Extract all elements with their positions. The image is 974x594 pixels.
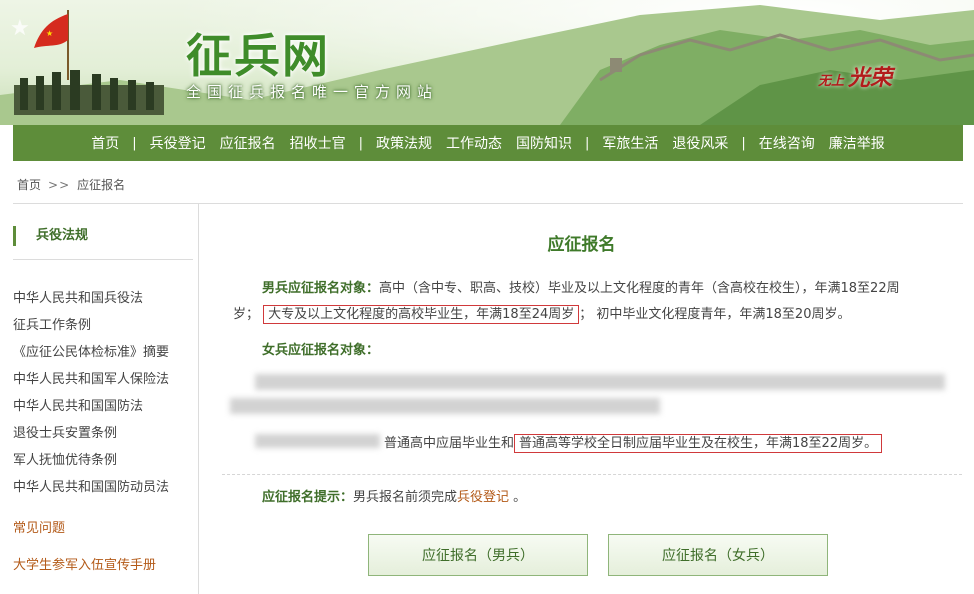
tip-end: 。 (509, 490, 527, 505)
tip-label: 应征报名提示： (262, 490, 354, 505)
male-eligibility-text: 高中（含中专、职高、技校）毕业及以上文化程度的青年（含高校在校生），年满18至2… (379, 281, 900, 296)
breadcrumb-arrow: >> (48, 178, 71, 192)
tip-registration-link[interactable]: 兵役登记 (457, 490, 509, 505)
tip-text: 男兵报名前须完成 (353, 490, 458, 505)
sidebar-item-military-insurance-law[interactable]: 中华人民共和国军人保险法 (13, 371, 169, 398)
nav-item-online-consult[interactable]: 在线咨询 (752, 133, 822, 153)
banner-slogan: 无上 光荣 (818, 60, 892, 92)
svg-text:★: ★ (46, 29, 53, 38)
nav-item-report[interactable]: 廉洁举报 (822, 133, 892, 153)
slogan-big: 光荣 (847, 65, 892, 91)
male-college-highlight: 大专及以上文化程度的高校毕业生，年满18至24周岁 (263, 305, 580, 324)
main-nav: 首页 | 兵役登记 应征报名 招收士官 | 政策法规 工作动态 国防知识 | 军… (13, 125, 963, 161)
main-content: 应征报名 男兵应征报名对象：高中（含中专、职高、技校）毕业及以上文化程度的青年（… (200, 204, 963, 594)
sidebar: 兵役法规 中华人民共和国兵役法 征兵工作条例 《应征公民体检标准》摘要 中华人民… (13, 204, 199, 594)
male-eligibility-line-1: 男兵应征报名对象：高中（含中专、职高、技校）毕业及以上文化程度的青年（含高校在校… (262, 277, 900, 296)
sidebar-item-conscription-regulations[interactable]: 征兵工作条例 (13, 317, 169, 344)
female-college-highlight: 普通高等学校全日制应届毕业生及在校生，年满18至22周岁。 (514, 434, 883, 453)
female-eligibility-text: 普通高中应届毕业生和 (384, 436, 515, 451)
male-eligibility-line-2: 岁； 大专及以上文化程度的高校毕业生，年满18至24周岁； 初中毕业文化程度青年… (233, 303, 851, 324)
nav-separator: | (358, 135, 363, 151)
male-eligibility-prefix: 岁； (233, 307, 260, 322)
nav-separator: | (585, 135, 590, 151)
male-eligibility-label: 男兵应征报名对象： (262, 281, 380, 296)
sidebar-item-student-handbook[interactable]: 大学生参军入伍宣传手册 (13, 554, 156, 573)
sidebar-item-pension-regulations[interactable]: 军人抚恤优待条例 (13, 452, 169, 479)
sidebar-heading-divider (13, 259, 193, 260)
redacted-text-block (255, 434, 380, 448)
nav-item-nco-recruitment[interactable]: 招收士官 (283, 133, 353, 153)
female-eligibility-heading: 女兵应征报名对象： (262, 339, 379, 358)
nav-item-defense-knowledge[interactable]: 国防知识 (509, 133, 579, 153)
svg-text:★: ★ (10, 16, 30, 41)
breadcrumb: 首页 >> 应征报名 (17, 176, 125, 193)
female-enlistment-button[interactable]: 应征报名（女兵） (608, 534, 828, 576)
nav-item-policies[interactable]: 政策法规 (369, 133, 439, 153)
page-title: 应征报名 (547, 235, 616, 255)
site-banner: ★ ★ 征兵网 全国征兵报名唯一官方网站 无上 光荣 (0, 0, 974, 125)
breadcrumb-home[interactable]: 首页 (17, 178, 41, 192)
sidebar-item-faq[interactable]: 常见问题 (13, 517, 65, 536)
sidebar-item-military-service-law[interactable]: 中华人民共和国兵役法 (13, 290, 169, 317)
sidebar-item-veteran-placement[interactable]: 退役士兵安置条例 (13, 425, 169, 452)
enlistment-tip: 应征报名提示：男兵报名前须完成兵役登记 。 (262, 486, 526, 505)
site-subtitle: 全国征兵报名唯一官方网站 (186, 83, 439, 101)
nav-item-enlistment[interactable]: 应征报名 (213, 133, 283, 153)
female-eligibility-line: 普通高中应届毕业生和 普通高等学校全日制应届毕业生及在校生，年满18至22周岁。 (384, 432, 883, 453)
content-divider (222, 474, 962, 475)
nav-separator: | (132, 135, 137, 151)
nav-item-veterans[interactable]: 退役风采 (665, 133, 735, 153)
site-title: 征兵网 (186, 29, 330, 83)
breadcrumb-current[interactable]: 应征报名 (77, 178, 125, 192)
nav-item-military-registration[interactable]: 兵役登记 (143, 133, 213, 153)
nav-item-home[interactable]: 首页 (84, 133, 126, 153)
sidebar-law-list: 中华人民共和国兵役法 征兵工作条例 《应征公民体检标准》摘要 中华人民共和国军人… (13, 290, 169, 506)
male-eligibility-suffix: ； 初中毕业文化程度青年，年满18至20周岁。 (579, 307, 851, 322)
sidebar-item-mobilization-law[interactable]: 中华人民共和国国防动员法 (13, 479, 169, 506)
female-eligibility-label: 女兵应征报名对象： (262, 343, 380, 358)
nav-item-news[interactable]: 工作动态 (439, 133, 509, 153)
nav-separator: | (741, 135, 746, 151)
sidebar-item-national-defense-law[interactable]: 中华人民共和国国防法 (13, 398, 169, 425)
sidebar-heading: 兵役法规 (13, 226, 88, 246)
redacted-text-block (230, 398, 660, 414)
sidebar-item-physical-standards[interactable]: 《应征公民体检标准》摘要 (13, 344, 169, 371)
nav-item-military-life[interactable]: 军旅生活 (595, 133, 665, 153)
male-enlistment-button[interactable]: 应征报名（男兵） (368, 534, 588, 576)
slogan-small: 无上 (817, 74, 844, 89)
redacted-text-block (255, 374, 945, 390)
